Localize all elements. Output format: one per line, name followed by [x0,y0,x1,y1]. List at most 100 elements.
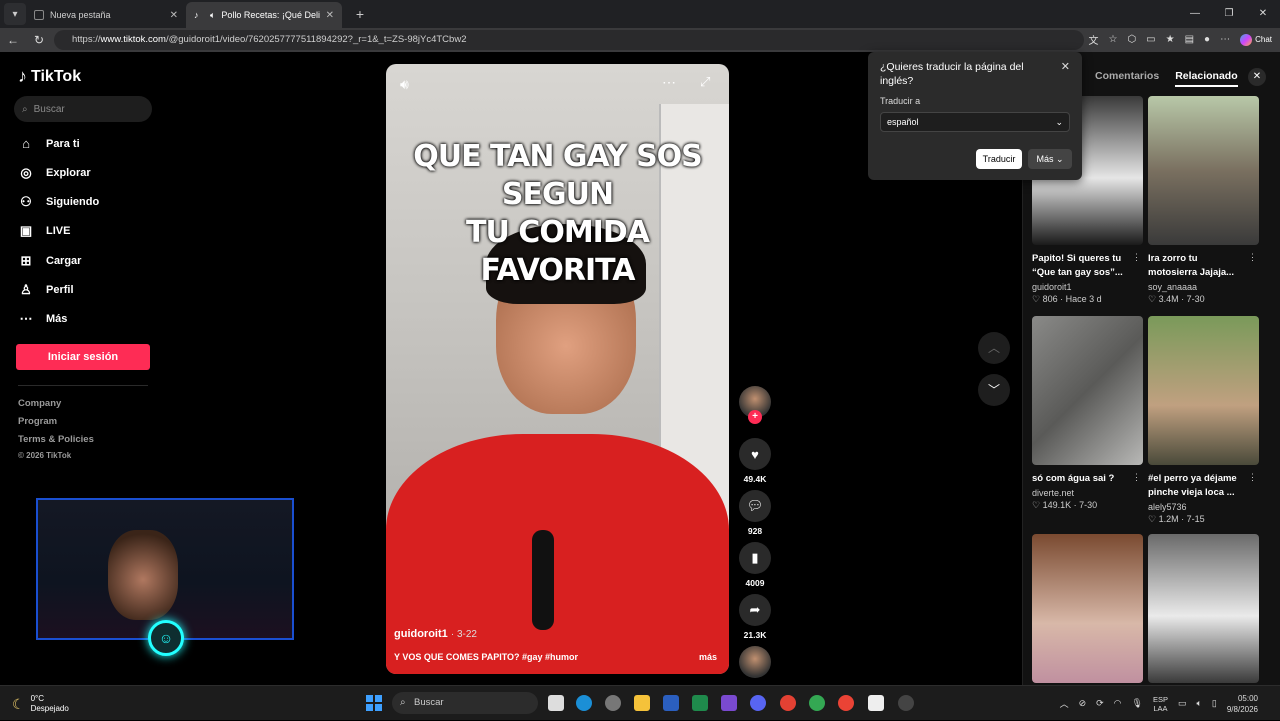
related-card[interactable]: Ira zorro tu motosierra Jajaja... ⋮ soy_… [1148,96,1259,305]
app-icon[interactable] [721,695,737,711]
speaker-icon[interactable]: 🔈︎ [210,10,215,21]
word-icon[interactable] [663,695,679,711]
new-tab-button[interactable]: + [350,6,370,22]
caption-more-link[interactable]: más [699,652,717,662]
search-input[interactable]: ⌕ Buscar [14,96,152,122]
display-icon[interactable]: ▭ [1178,698,1187,709]
minimize-icon[interactable]: — [1178,0,1212,28]
nav-mas[interactable]: ⋯ Más [18,311,68,327]
chrome-icon[interactable] [780,695,796,711]
language-indicator[interactable]: ESP LAA [1153,695,1168,713]
expand-icon[interactable]: ⤢ [700,74,710,90]
tab-relacionado[interactable]: Relacionado [1175,70,1238,87]
follow-plus-icon[interactable]: + [748,410,762,424]
card-author[interactable]: soy_anaaaa [1148,282,1259,292]
bookmark-icon: ▮ [739,542,771,574]
profile-avatar-icon[interactable]: ● [1204,34,1210,45]
battery-icon[interactable]: ▯ [1212,698,1217,709]
tab-comentarios[interactable]: Comentarios [1095,70,1159,87]
page-icon [34,10,44,20]
related-card[interactable] [1032,534,1143,683]
tab-new-tab[interactable]: Nueva pestaña ✕ [26,2,186,28]
sync-icon[interactable]: ⟳ [1096,698,1104,709]
card-more-icon[interactable]: ⋮ [1132,472,1141,483]
tab-actions-button[interactable]: ▾ [4,3,26,25]
login-button[interactable]: Iniciar sesión [16,344,150,370]
next-video-button[interactable]: ﹀ [978,374,1010,406]
close-window-icon[interactable]: ✕ [1246,0,1280,28]
language-select[interactable]: español ⌄ [880,112,1070,132]
volume-icon[interactable]: 🔈︎ [1197,698,1202,709]
nav-explorar[interactable]: ◎ Explorar [18,165,90,181]
chevron-up-icon[interactable]: ︿ [1060,697,1069,710]
card-author[interactable]: diverte.net [1032,488,1143,498]
excel-icon[interactable] [692,695,708,711]
previous-video-button[interactable]: ︿ [978,332,1010,364]
author-avatar-button[interactable]: + [738,386,772,424]
store-icon[interactable] [868,695,884,711]
close-panel-icon[interactable]: ✕ [1248,68,1266,86]
video-player[interactable]: QUE TAN GAY SOS SEGUN TU COMIDA FAVORITA… [386,64,729,674]
music-disc-button[interactable] [738,646,772,678]
video-author[interactable]: guidoroit1 · 3-22 [394,628,477,640]
start-button[interactable] [366,695,382,711]
nav-live[interactable]: ▣ LIVE [18,223,71,239]
card-author[interactable]: guidoroit1 [1032,282,1143,292]
more-options-button[interactable]: Más ⌄ [1028,149,1072,169]
chrome-alt-icon[interactable] [838,695,854,711]
split-screen-icon[interactable]: ▭ [1146,34,1155,45]
footer-program-link[interactable]: Program [18,416,57,427]
related-card[interactable]: #el perro ya déjame pinche vieja loca ..… [1148,316,1259,525]
related-card[interactable] [1148,534,1259,683]
translate-icon[interactable]: 文 [1088,32,1098,47]
discord-icon[interactable] [750,695,766,711]
card-more-icon[interactable]: ⋮ [1132,252,1141,263]
wifi-icon[interactable]: ◠ [1114,698,1122,709]
edge-icon[interactable] [576,695,592,711]
back-icon[interactable]: ← [0,33,26,47]
collections-icon[interactable]: ▤ [1185,34,1194,45]
footer-company-link[interactable]: Company [18,398,61,409]
tab-tiktok[interactable]: ♪ 🔈︎ Pollo Recetas: ¡Qué Delicia, Pa ✕ [186,2,342,28]
settings-icon[interactable] [605,695,621,711]
app-extra-icon[interactable] [898,695,914,711]
volume-icon[interactable]: 🔊︎ [400,76,409,93]
nav-siguiendo[interactable]: ⚇ Siguiendo [18,194,99,210]
close-tab-icon[interactable]: ✕ [170,10,178,21]
task-view-icon[interactable] [548,695,564,711]
weather-widget[interactable]: ☾ 0°C Despejado [12,694,69,714]
close-tab-icon[interactable]: ✕ [326,10,334,21]
comment-button[interactable]: 💬︎ 928 [738,490,772,536]
video-more-icon[interactable]: ⋯ [662,74,676,91]
card-author[interactable]: alely5736 [1148,502,1259,512]
settings-more-icon[interactable]: ⋯ [1220,34,1230,45]
card-more-icon[interactable]: ⋮ [1248,472,1257,483]
share-button[interactable]: ➦ 21.3K [738,594,772,640]
footer-terms-link[interactable]: Terms & Policies [18,434,94,445]
taskbar-search[interactable]: ⌕ Buscar [392,692,538,714]
copilot-chat-button[interactable]: Chat [1240,33,1272,46]
nav-cargar[interactable]: ⊞ Cargar [18,253,82,269]
clock[interactable]: 05:00 9/8/2026 [1227,693,1258,715]
card-more-icon[interactable]: ⋮ [1248,252,1257,263]
maximize-icon[interactable]: ❐ [1212,0,1246,28]
webcam-overlay: ☺ [36,498,294,656]
reload-icon[interactable]: ↻ [26,33,52,47]
chrome-profile-icon[interactable] [809,695,825,711]
network-off-icon[interactable]: ⊘ [1079,698,1087,709]
microphone-icon[interactable]: 🎙︎ [1132,698,1143,709]
save-button[interactable]: ▮ 4009 [738,542,772,588]
extensions-icon[interactable]: ⬡ [1127,34,1136,45]
file-explorer-icon[interactable] [634,695,650,711]
card-stats: ♡ 806 · Hace 3 d [1032,294,1143,305]
favorites-icon[interactable]: ★ [1166,34,1175,45]
related-card[interactable]: só com água sai ? ⋮ diverte.net ♡ 149.1K… [1032,316,1143,511]
url-field[interactable]: https://www.tiktok.com/@guidoroit1/video… [54,30,1084,50]
translate-button[interactable]: Traducir [976,149,1022,169]
tiktok-logo[interactable]: ♪ TikTok [18,66,81,87]
nav-para-ti[interactable]: ⌂ Para ti [18,136,80,151]
like-button[interactable]: ♥ 49.4K [738,438,772,484]
nav-perfil[interactable]: ♙ Perfil [18,282,73,298]
close-icon[interactable]: ✕ [1061,60,1070,73]
favorite-star-icon[interactable]: ☆ [1108,34,1117,45]
